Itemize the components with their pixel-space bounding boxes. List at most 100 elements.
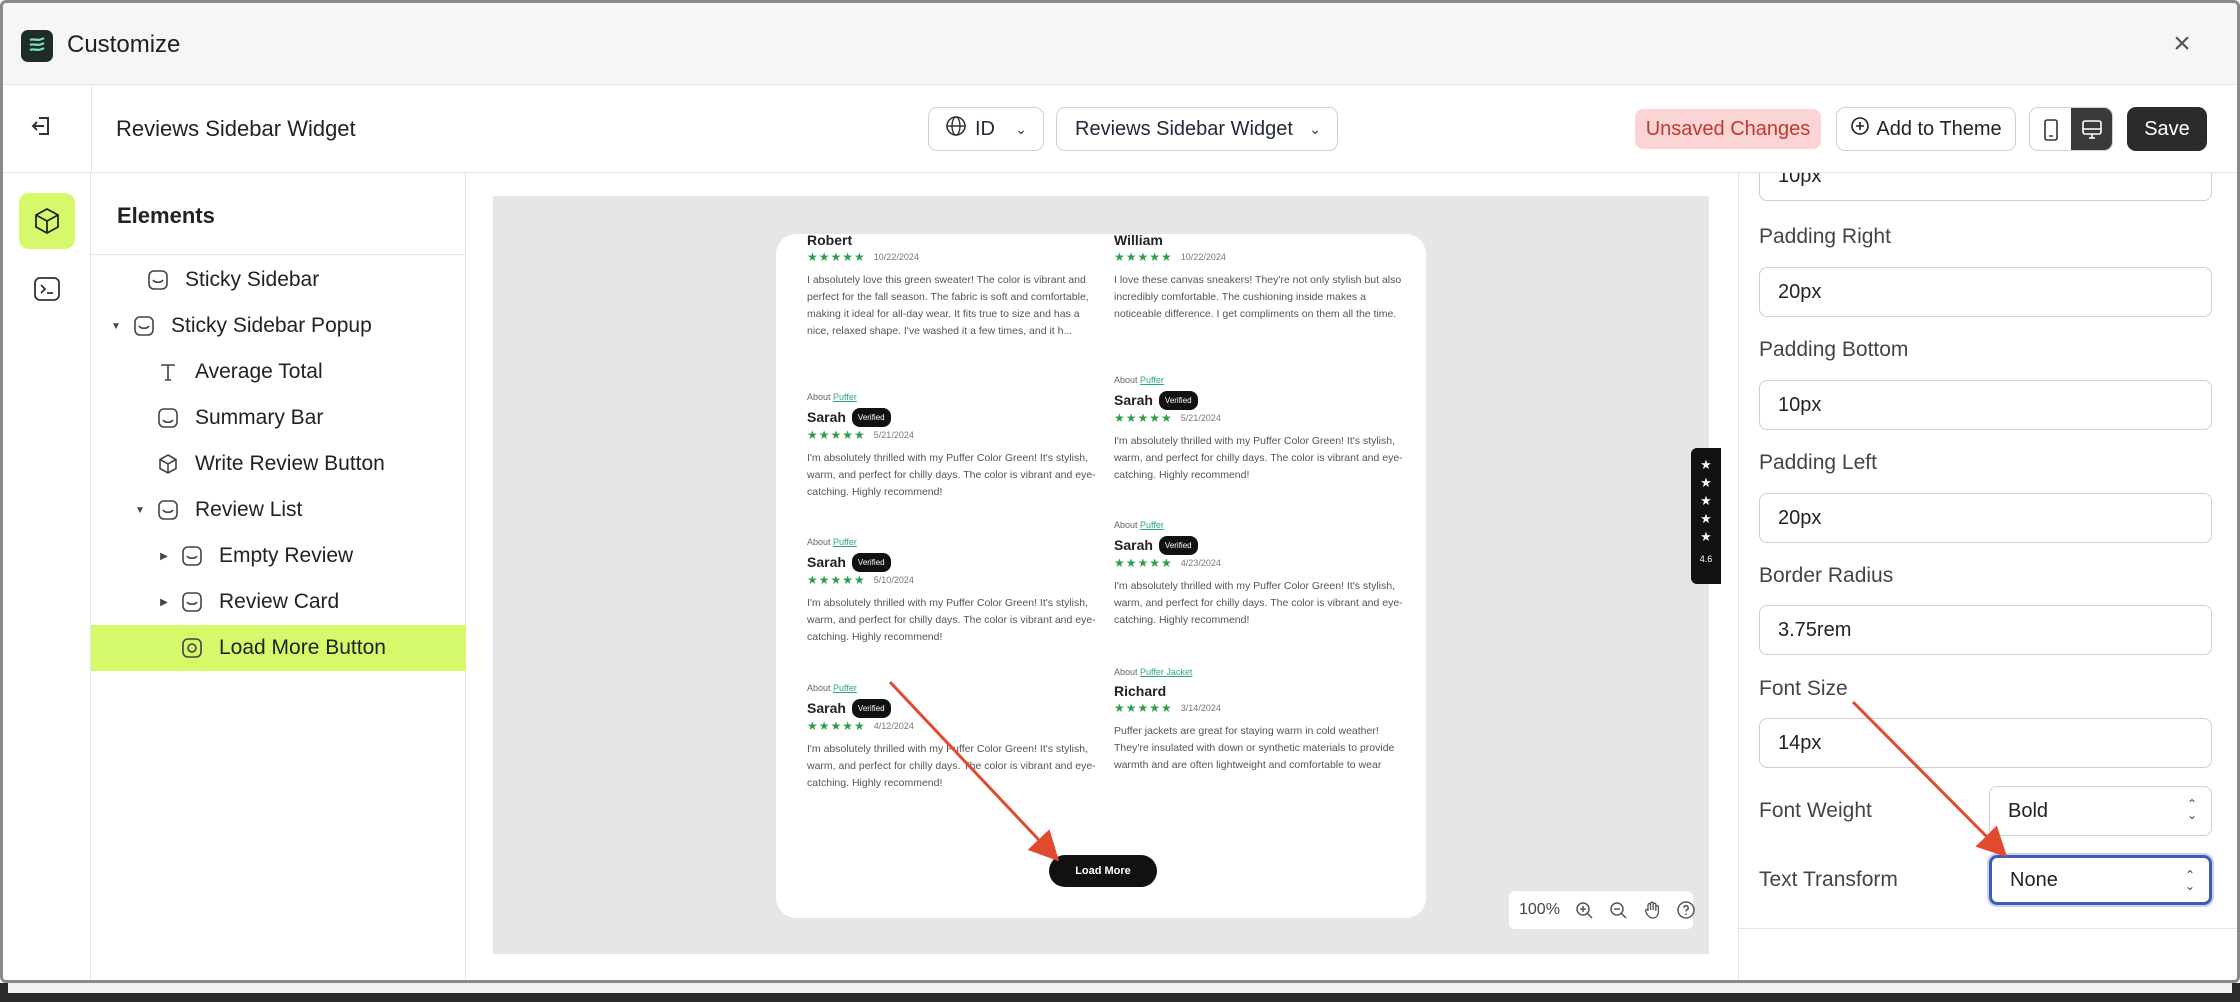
language-select[interactable]: ID ⌄ xyxy=(928,107,1044,151)
desktop-view-icon[interactable] xyxy=(2071,108,2112,150)
padding-top-input[interactable]: 10px xyxy=(1759,173,2212,201)
font-size-input[interactable]: 14px xyxy=(1759,718,2212,768)
product-link[interactable]: Puffer Jacket xyxy=(1140,667,1192,677)
customize-window: Customize × Reviews Sidebar Widget ID ⌄ … xyxy=(0,0,2240,983)
terminal-icon[interactable] xyxy=(19,261,75,317)
caret-right-icon[interactable]: ▶ xyxy=(157,597,171,608)
review-body: I'm absolutely thrilled with my Puffer C… xyxy=(1114,580,1403,626)
title-bar: Customize × xyxy=(3,3,2237,85)
divider xyxy=(1739,928,2237,929)
reviewer-name: Sarah xyxy=(807,409,846,425)
widget-select[interactable]: Reviews Sidebar Widget ⌄ xyxy=(1056,107,1338,151)
padding-left-label: Padding Left xyxy=(1759,451,1877,474)
about-label: About xyxy=(1114,520,1138,530)
chevron-down-icon: ⌄ xyxy=(1309,121,1321,137)
reviews-preview-card: Robert ★★★★★ 10/22/2024 I absolutely love… xyxy=(776,234,1426,918)
component-icon xyxy=(155,405,181,431)
tree-item-review-card[interactable]: ▶ Review Card xyxy=(91,579,466,625)
rating-value: 4.6 xyxy=(1699,554,1713,564)
review-date: 5/21/2024 xyxy=(873,430,914,440)
text-transform-select[interactable]: None ⌃ ⌄ xyxy=(1989,855,2212,905)
widget-select-value: Reviews Sidebar Widget xyxy=(1075,117,1293,140)
review-date: 5/21/2024 xyxy=(1180,413,1221,423)
sticky-rating-tab[interactable]: ★ ★ ★ ★ ★ 4.6 xyxy=(1691,448,1721,584)
review-card: About Puffer Sarah Verified ★★★★★ 4/12/202… xyxy=(807,680,1097,792)
reviewer-name: William xyxy=(1114,234,1163,248)
page-title: Reviews Sidebar Widget xyxy=(116,116,356,141)
about-label: About xyxy=(807,537,831,547)
review-date: 10/22/2024 xyxy=(1180,252,1226,262)
product-link[interactable]: Puffer xyxy=(833,537,857,547)
tree-item-review-list[interactable]: ▼ Review List xyxy=(91,487,466,533)
tree-item-label: Summary Bar xyxy=(195,406,324,429)
save-button[interactable]: Save xyxy=(2127,107,2207,151)
review-date: 3/14/2024 xyxy=(1180,703,1221,713)
caret-right-icon[interactable]: ▶ xyxy=(157,551,171,562)
zoom-toolbar: 100% xyxy=(1509,891,1696,929)
font-weight-select[interactable]: Bold ⌃ ⌄ xyxy=(1989,786,2212,836)
tree-item-sticky-sidebar[interactable]: Sticky Sidebar xyxy=(91,257,466,303)
padding-left-input[interactable]: 20px xyxy=(1759,493,2212,543)
review-card: Robert ★★★★★ 10/22/2024 I absolutely love… xyxy=(807,234,1097,340)
text-transform-label: Text Transform xyxy=(1759,868,1898,891)
tree-item-label: Sticky Sidebar xyxy=(185,268,320,291)
review-body: I'm absolutely thrilled with my Puffer C… xyxy=(807,743,1096,789)
caret-down-icon[interactable]: ▼ xyxy=(133,505,147,516)
updown-chevron-icon: ⌃ ⌄ xyxy=(2184,868,2195,893)
verified-badge: Verified xyxy=(851,553,891,572)
tree-item-write-review-button[interactable]: Write Review Button xyxy=(91,441,466,487)
reviewer-name: Sarah xyxy=(807,700,846,716)
chevron-down-icon: ⌄ xyxy=(1015,121,1027,137)
reviewer-name: Sarah xyxy=(1114,537,1153,553)
star-rating: ★★★★★ xyxy=(1114,250,1173,264)
review-card: About Puffer Jacket Richard ★★★★★ 3/14/20… xyxy=(1114,664,1404,774)
review-body: Puffer jackets are great for staying war… xyxy=(1114,725,1395,771)
tree-item-sticky-sidebar-popup[interactable]: ▼ Sticky Sidebar Popup xyxy=(91,303,466,349)
header-divider xyxy=(91,85,92,173)
border-radius-input[interactable]: 3.75rem xyxy=(1759,605,2212,655)
tree-item-empty-review[interactable]: ▶ Empty Review xyxy=(91,533,466,579)
plus-circle-icon xyxy=(1850,116,1870,142)
review-body: I'm absolutely thrilled with my Puffer C… xyxy=(807,597,1096,643)
border-radius-label: Border Radius xyxy=(1759,564,1894,587)
add-to-theme-button[interactable]: Add to Theme xyxy=(1836,107,2016,151)
product-link[interactable]: Puffer xyxy=(1140,375,1164,385)
padding-right-input[interactable]: 20px xyxy=(1759,267,2212,317)
preview-canvas: Robert ★★★★★ 10/22/2024 I absolutely love… xyxy=(493,196,1721,954)
mobile-view-icon[interactable] xyxy=(2030,108,2071,150)
zoom-in-icon[interactable] xyxy=(1574,896,1594,924)
close-icon[interactable]: × xyxy=(2167,29,2197,59)
review-body: I'm absolutely thrilled with my Puffer C… xyxy=(1114,435,1403,481)
padding-bottom-input[interactable]: 10px xyxy=(1759,380,2212,430)
star-rating: ★★★★★ xyxy=(1114,556,1173,570)
star-icon: ★ xyxy=(1700,493,1712,508)
star-rating: ★★★★★ xyxy=(807,573,866,587)
star-icon: ★ xyxy=(1700,529,1712,544)
load-more-button[interactable]: Load More xyxy=(1049,855,1157,887)
reviewer-name: Sarah xyxy=(1114,392,1153,408)
product-link[interactable]: Puffer xyxy=(833,392,857,402)
hand-pan-icon[interactable] xyxy=(1642,896,1662,924)
zoom-out-icon[interactable] xyxy=(1608,896,1628,924)
elements-cube-icon[interactable] xyxy=(19,193,75,249)
help-icon[interactable] xyxy=(1676,896,1696,924)
updown-chevron-icon: ⌃ ⌄ xyxy=(2186,797,2197,822)
exit-icon[interactable] xyxy=(29,113,55,139)
star-icon: ★ xyxy=(1700,475,1712,490)
review-card: About Puffer Sarah Verified ★★★★★ 5/10/202… xyxy=(807,534,1097,646)
review-card: William ★★★★★ 10/22/2024 I love these can… xyxy=(1114,234,1404,323)
device-toggle xyxy=(2029,107,2113,151)
window-title: Customize xyxy=(67,31,181,58)
star-rating: ★★★★★ xyxy=(1114,701,1173,715)
tree-item-average-total[interactable]: Average Total xyxy=(91,349,466,395)
editor-header: Reviews Sidebar Widget ID ⌄ Reviews Side… xyxy=(3,85,2237,173)
settings-panel: 10px Padding Right 20px Padding Bottom 1… xyxy=(1738,173,2237,980)
caret-down-icon[interactable]: ▼ xyxy=(109,321,123,332)
tree-item-label: Average Total xyxy=(195,360,323,383)
product-link[interactable]: Puffer xyxy=(1140,520,1164,530)
tree-item-summary-bar[interactable]: Summary Bar xyxy=(91,395,466,441)
star-rating: ★★★★★ xyxy=(807,719,866,733)
tree-item-load-more-button[interactable]: Load More Button xyxy=(91,625,466,671)
tree-item-label: Load More Button xyxy=(219,636,386,659)
product-link[interactable]: Puffer xyxy=(833,683,857,693)
